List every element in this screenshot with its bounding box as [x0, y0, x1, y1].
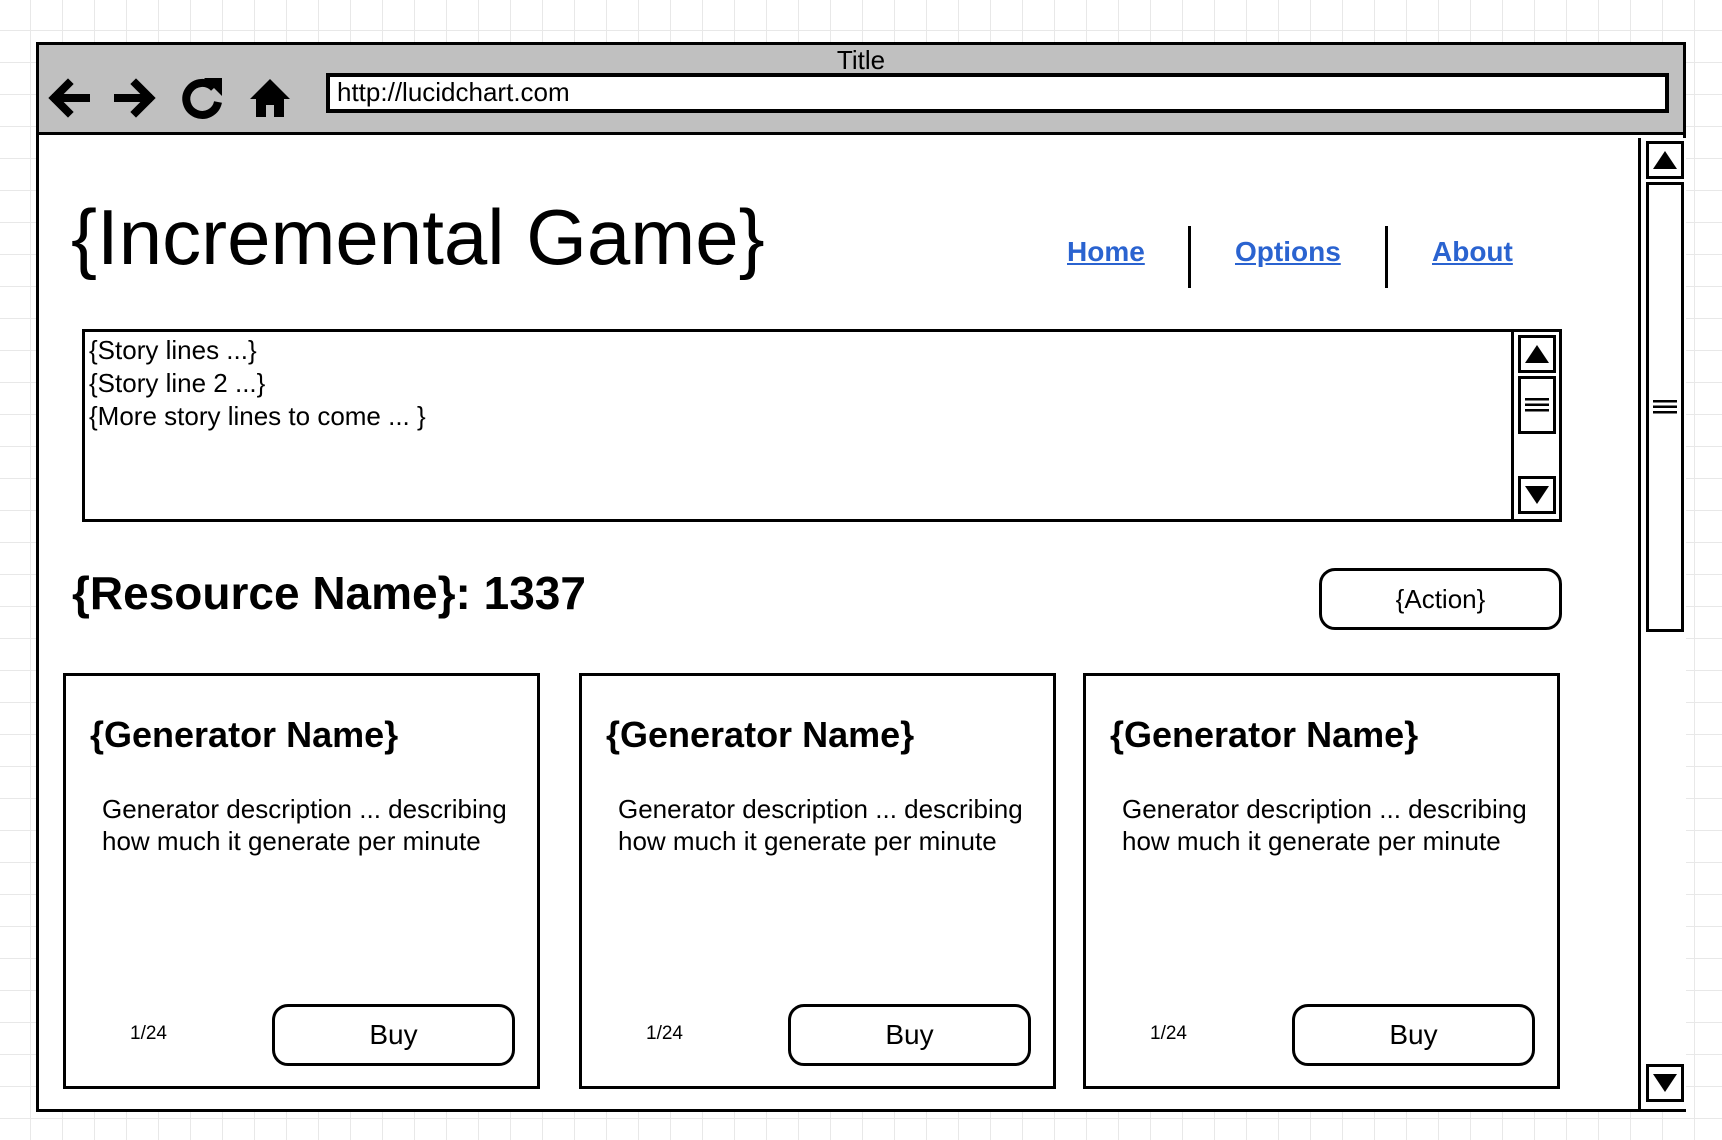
scroll-down-icon[interactable]: [1646, 1064, 1684, 1102]
scroll-up-icon[interactable]: [1646, 141, 1684, 179]
buy-button[interactable]: Buy: [788, 1004, 1031, 1066]
scroll-down-icon[interactable]: [1518, 476, 1556, 514]
generator-description: Generator description ... describing how…: [618, 794, 1023, 856]
generator-count: 1/24: [1150, 1023, 1187, 1044]
story-text: {Story lines ...} {Story line 2 ...} {Mo…: [89, 334, 426, 433]
back-arrow-icon[interactable]: [42, 73, 94, 123]
generator-card: {Generator Name} Generator description .…: [579, 673, 1056, 1089]
generator-count: 1/24: [130, 1023, 167, 1044]
scroll-up-icon[interactable]: [1518, 335, 1556, 373]
generator-name: {Generator Name}: [1110, 714, 1419, 755]
resource-counter: {Resource Name}: 1337: [72, 567, 586, 619]
home-icon[interactable]: [244, 73, 296, 123]
nav-divider: [1385, 226, 1388, 288]
reload-icon[interactable]: [176, 73, 228, 123]
generator-card: {Generator Name} Generator description .…: [1083, 673, 1560, 1089]
story-line: {Story lines ...}: [89, 335, 257, 365]
url-input[interactable]: http://lucidchart.com: [326, 73, 1669, 113]
buy-button[interactable]: Buy: [272, 1004, 515, 1066]
page-title: {Incremental Game}: [71, 193, 765, 281]
nav-divider: [1188, 226, 1191, 288]
story-line: {Story line 2 ...}: [89, 368, 266, 398]
buy-button[interactable]: Buy: [1292, 1004, 1535, 1066]
story-line: {More story lines to come ... }: [89, 401, 426, 431]
nav-link-home[interactable]: Home: [1067, 236, 1145, 268]
scroll-thumb[interactable]: [1646, 182, 1684, 632]
generator-count: 1/24: [646, 1023, 683, 1044]
page-content: {Incremental Game} Home Options About {S…: [39, 138, 1638, 1109]
browser-toolbar: Title http://lucidchart.com: [39, 45, 1683, 135]
action-button[interactable]: {Action}: [1319, 568, 1562, 630]
generator-description: Generator description ... describing how…: [1122, 794, 1527, 856]
scroll-thumb[interactable]: [1518, 376, 1556, 434]
generator-name: {Generator Name}: [90, 714, 399, 755]
browser-window: Title http://lucidchart.com {Incremental…: [36, 42, 1686, 1112]
forward-arrow-icon[interactable]: [110, 73, 162, 123]
nav-link-about[interactable]: About: [1432, 236, 1513, 268]
nav-link-options[interactable]: Options: [1235, 236, 1341, 268]
window-title: Title: [836, 45, 886, 75]
story-scrollbar[interactable]: [1511, 332, 1559, 519]
generator-name: {Generator Name}: [606, 714, 915, 755]
generator-card: {Generator Name} Generator description .…: [63, 673, 540, 1089]
page-scrollbar[interactable]: [1638, 138, 1686, 1109]
generator-description: Generator description ... describing how…: [102, 794, 507, 856]
story-textarea[interactable]: {Story lines ...} {Story line 2 ...} {Mo…: [82, 329, 1562, 522]
